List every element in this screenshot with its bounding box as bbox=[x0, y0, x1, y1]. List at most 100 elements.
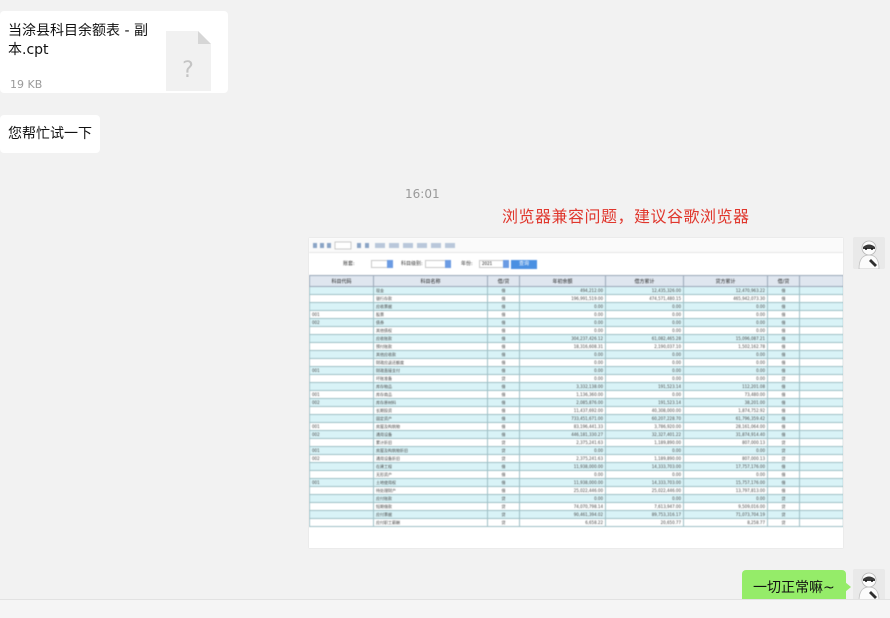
table-cell: 借 bbox=[487, 414, 520, 423]
table-cell: 贷 bbox=[487, 502, 520, 511]
table-header-cell: 科目代码 bbox=[309, 275, 374, 287]
table-cell: 465,942,073.30 bbox=[683, 294, 768, 303]
table-cell: 借 bbox=[487, 462, 520, 471]
table-cell: 0.00 bbox=[519, 446, 606, 455]
table-cell: 001 bbox=[309, 478, 374, 487]
table-cell bbox=[309, 510, 374, 519]
table-cell: 38,201.00 bbox=[683, 398, 768, 407]
filter-year-select: 2021 bbox=[479, 260, 509, 268]
table-cell: 房屋及构筑物折旧 bbox=[373, 446, 488, 455]
file-name: 当涂县科目余额表 - 副本.cpt bbox=[8, 23, 148, 58]
table-cell: 0.00 bbox=[519, 366, 606, 375]
chat-window: 当涂县科目余额表 - 副本.cpt 19 KB ? 您帮忙试一下 16:01 浏… bbox=[0, 0, 890, 618]
table-cell: 借 bbox=[767, 326, 800, 335]
table-cell: 应付职工薪酬 bbox=[373, 518, 488, 527]
avatar-image bbox=[853, 569, 885, 601]
table-header-cell: 借方累计 bbox=[605, 275, 684, 287]
table-cell: 借 bbox=[487, 478, 520, 487]
table-cell: 借 bbox=[767, 366, 800, 375]
table-cell: 002 bbox=[309, 398, 374, 407]
table-row: 待处理财产借 25,022,446.00 25,022,446.00 13,797,8… bbox=[309, 486, 843, 495]
table-cell bbox=[309, 382, 374, 391]
table-cell: 40,308,000.00 bbox=[605, 406, 684, 415]
table-row: 应付票据贷 90,461,394.02 89,753,316.17 71,073,70… bbox=[309, 510, 843, 519]
table-cell: 2,375,241.63 bbox=[519, 438, 606, 447]
table-cell: 191,523.14 bbox=[605, 382, 684, 391]
table-cell: 28,161,064.00 bbox=[683, 422, 768, 431]
table-cell: 0.00 bbox=[519, 358, 606, 367]
table-cell: 0.00 bbox=[605, 358, 684, 367]
table-cell: 3,786,920.00 bbox=[605, 422, 684, 431]
table-cell bbox=[309, 462, 374, 471]
table-row: 其他债权借 0.00 0.00 0.00 借 bbox=[309, 326, 843, 335]
table-cell: 0.00 bbox=[683, 358, 768, 367]
table-cell: 借 bbox=[487, 342, 520, 351]
table-cell: 112,201.08 bbox=[683, 382, 768, 391]
file-message-card[interactable]: 当涂县科目余额表 - 副本.cpt 19 KB ? bbox=[0, 11, 228, 93]
table-cell: 借 bbox=[767, 302, 800, 311]
table-cell: 0.00 bbox=[519, 302, 606, 311]
table-cell: 0.00 bbox=[519, 310, 606, 319]
table-cell: 15,757,176.00 bbox=[683, 478, 768, 487]
table-row: 002 债券借 0.00 0.00 0.00 借 bbox=[309, 318, 843, 327]
table-cell bbox=[309, 294, 374, 303]
table-cell: 借 bbox=[767, 478, 800, 487]
robot-avatar-icon[interactable] bbox=[853, 569, 885, 601]
table-cell: 1,189,890.00 bbox=[605, 438, 684, 447]
table-cell: 借 bbox=[767, 358, 800, 367]
table-cell bbox=[799, 342, 843, 351]
screenshot-image-message[interactable]: 账套: 科目级别: 年份: 2021 查询 科目代码 科目名称 借/贷 年初余额… bbox=[309, 238, 843, 548]
table-row: 坏账准备贷 0.00 0.00 0.00 贷 bbox=[309, 374, 843, 383]
table-cell: 11,938,000.00 bbox=[519, 478, 606, 487]
table-cell: 001 bbox=[309, 366, 374, 375]
table-cell bbox=[309, 326, 374, 335]
table-cell: 0.00 bbox=[683, 350, 768, 359]
filter-label-level: 科目级别: bbox=[401, 261, 423, 267]
filter-level-select bbox=[425, 260, 451, 268]
table-cell: 应付账款 bbox=[373, 494, 488, 503]
table-cell: 61,082,465.28 bbox=[605, 334, 684, 343]
file-size: 19 KB bbox=[10, 78, 43, 91]
table-cell: 0.00 bbox=[683, 470, 768, 479]
table-cell: 0.00 bbox=[605, 302, 684, 311]
table-row: 累计折旧贷 2,375,241.63 1,189,890.00 807,000.13 贷 bbox=[309, 438, 843, 447]
table-cell: 现金 bbox=[373, 286, 488, 295]
table-cell: 0.00 bbox=[683, 494, 768, 503]
table-cell: 0.00 bbox=[519, 318, 606, 327]
report-toolbar bbox=[309, 238, 843, 253]
table-cell: 银行存款 bbox=[373, 294, 488, 303]
unknown-file-icon: ? bbox=[166, 31, 211, 91]
table-cell: 借 bbox=[767, 470, 800, 479]
table-cell: 11,437,692.00 bbox=[519, 406, 606, 415]
table-header-cell: 借/贷 bbox=[487, 275, 520, 287]
robot-avatar-icon[interactable] bbox=[853, 237, 885, 269]
table-cell: 累计折旧 bbox=[373, 438, 488, 447]
table-row: 001 房屋及构筑物折旧贷 0.00 0.00 0.00 贷 bbox=[309, 446, 843, 455]
table-row: 002 通用设备借 446,181,330.27 32,327,401.22 31,87… bbox=[309, 430, 843, 439]
table-cell: 1,502,162.78 bbox=[683, 342, 768, 351]
table-cell: 借 bbox=[487, 326, 520, 335]
table-cell bbox=[309, 286, 374, 295]
message-timestamp: 16:01 bbox=[405, 187, 440, 201]
table-cell: 001 bbox=[309, 422, 374, 431]
table-cell: 0.00 bbox=[519, 494, 606, 503]
filter-label-year: 年份: bbox=[461, 261, 473, 267]
table-cell: 借 bbox=[487, 318, 520, 327]
table-cell bbox=[309, 350, 374, 359]
table-cell: 借 bbox=[487, 334, 520, 343]
table-cell: 11,938,000.00 bbox=[519, 462, 606, 471]
table-cell: 土地使用权 bbox=[373, 478, 488, 487]
table-cell: 001 bbox=[309, 390, 374, 399]
table-cell: 2,375,241.63 bbox=[519, 454, 606, 463]
table-header-cell: 年初余额 bbox=[519, 275, 606, 287]
table-cell: 借 bbox=[487, 406, 520, 415]
table-cell: 借 bbox=[487, 390, 520, 399]
table-cell bbox=[799, 294, 843, 303]
table-cell: 89,753,316.17 bbox=[605, 510, 684, 519]
table-cell: 借 bbox=[487, 366, 520, 375]
table-cell: 0.00 bbox=[683, 446, 768, 455]
table-cell: 应收账款 bbox=[373, 334, 488, 343]
received-message[interactable]: 您帮忙试一下 bbox=[0, 115, 100, 153]
table-cell: 14,333,703.00 bbox=[605, 478, 684, 487]
table-cell bbox=[309, 406, 374, 415]
